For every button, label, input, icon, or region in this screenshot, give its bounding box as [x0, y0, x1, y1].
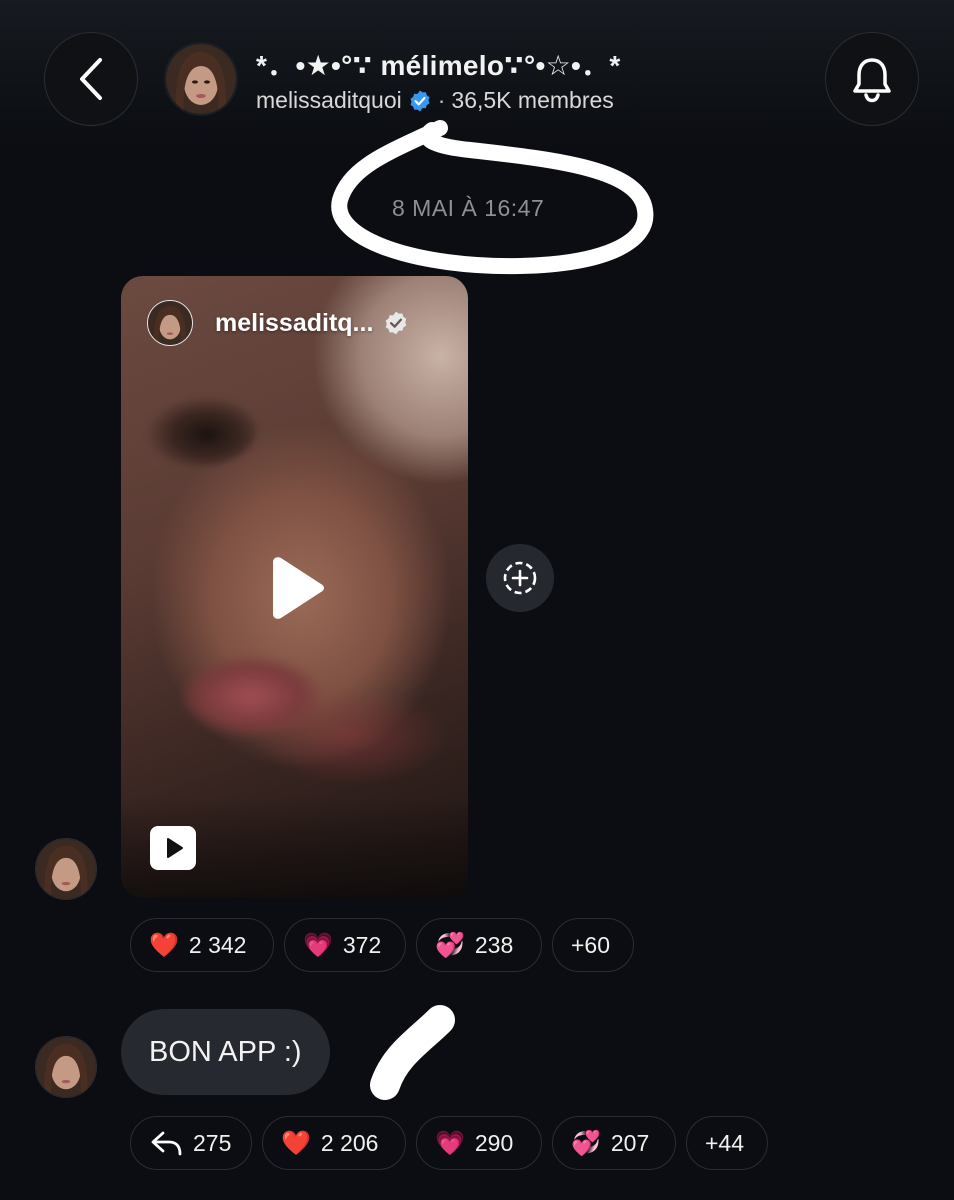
red-heart-emoji: ❤️: [149, 931, 179, 959]
more-reactions-pill[interactable]: +60: [552, 918, 634, 972]
reel-author-name[interactable]: melissaditq...: [215, 309, 373, 338]
reel-icon: [150, 826, 196, 870]
revolving-hearts-emoji: 💞: [435, 931, 465, 959]
replies-pill[interactable]: 275: [130, 1116, 252, 1170]
reel-image-detail: [146, 396, 256, 466]
reaction-pill[interactable]: ❤️ 2 206: [262, 1116, 406, 1170]
separator-dot: ·: [437, 87, 446, 113]
revolving-hearts-emoji: 💞: [571, 1129, 601, 1157]
reaction-count: 372: [342, 931, 382, 958]
growing-heart-emoji: 💗: [303, 931, 333, 959]
notifications-button[interactable]: [825, 32, 919, 126]
avatar-image: [36, 1037, 96, 1097]
growing-heart-emoji: 💗: [435, 1129, 465, 1157]
reaction-count: 2 342: [188, 931, 247, 958]
message-reactions: 275 ❤️ 2 206 💗 290 💞 207 +44: [130, 1116, 768, 1170]
reel-author-avatar[interactable]: [147, 300, 193, 346]
reply-icon: [151, 1131, 182, 1156]
channel-username[interactable]: melissaditquoi: [256, 87, 402, 114]
channel-title[interactable]: *．•★•°∵ mélimelo∵°•☆•．*: [256, 44, 621, 84]
add-to-story-icon: [503, 561, 537, 595]
shared-reel[interactable]: melissaditq...: [121, 276, 468, 898]
reaction-pill[interactable]: 💗 290: [416, 1116, 542, 1170]
sender-avatar[interactable]: [35, 838, 97, 900]
reply-count: 275: [193, 1129, 232, 1156]
message-bubble[interactable]: BON APP :): [121, 1009, 330, 1095]
reel-reactions: ❤️ 2 342 💗 372 💞 238 +60: [130, 918, 634, 972]
member-count: 36,5K membres: [451, 87, 614, 113]
avatar-image: [166, 44, 236, 114]
more-reactions-pill[interactable]: +44: [686, 1116, 768, 1170]
avatar-image: [36, 839, 96, 899]
reaction-pill[interactable]: ❤️ 2 342: [130, 918, 274, 972]
reel-header: melissaditq...: [147, 300, 409, 346]
bell-icon: [853, 58, 891, 103]
reaction-pill[interactable]: 💗 372: [284, 918, 406, 972]
channel-avatar[interactable]: [164, 42, 238, 116]
reel-image-detail: [181, 656, 321, 736]
reaction-pill[interactable]: 💞 207: [552, 1116, 676, 1170]
chevron-left-icon: [80, 58, 102, 100]
red-heart-emoji: ❤️: [281, 1129, 311, 1157]
more-reactions-count: +44: [705, 1129, 745, 1156]
play-icon[interactable]: [267, 556, 327, 620]
avatar-image: [148, 301, 192, 345]
share-to-story-button[interactable]: [486, 544, 554, 612]
reaction-count: 2 206: [320, 1129, 379, 1156]
more-reactions-count: +60: [571, 931, 611, 958]
sender-avatar[interactable]: [35, 1036, 97, 1098]
reaction-count: 290: [474, 1129, 514, 1156]
reaction-count: 207: [610, 1129, 650, 1156]
back-button[interactable]: [44, 32, 138, 126]
message-timestamp: 8 MAI À 16:47: [392, 195, 545, 221]
verified-badge-icon: [408, 89, 432, 113]
reaction-count: 238: [474, 931, 514, 958]
channel-subtitle: melissaditquoi · 36,5K membres: [256, 87, 614, 114]
reaction-pill[interactable]: 💞 238: [416, 918, 542, 972]
verified-badge-icon: [386, 311, 407, 335]
stroke-scribble: [370, 1005, 455, 1100]
